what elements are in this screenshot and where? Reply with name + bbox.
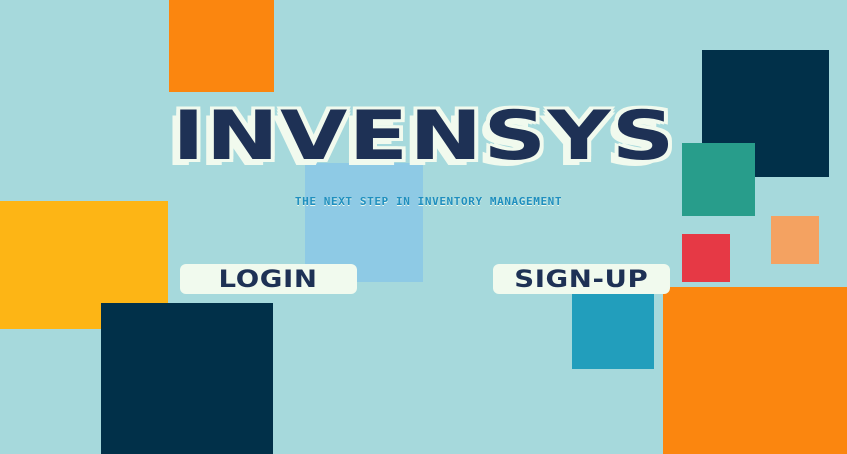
decorative-square-peach-right — [771, 216, 819, 264]
tagline: THE NEXT STEP IN INVENTORY MANAGEMENT — [294, 195, 563, 208]
decorative-square-navy-left — [101, 303, 273, 454]
login-button-label: LOGIN — [219, 265, 318, 293]
signup-button-label: SIGN-UP — [514, 265, 649, 293]
decorative-square-orange-right — [663, 287, 847, 454]
login-button[interactable]: LOGIN — [180, 264, 357, 294]
signup-button[interactable]: SIGN-UP — [493, 264, 670, 294]
decorative-square-blue-right — [572, 291, 654, 369]
app-title: INVENSYS — [172, 97, 676, 176]
decorative-square-orange-top — [169, 0, 274, 92]
decorative-square-red-right — [682, 234, 730, 282]
